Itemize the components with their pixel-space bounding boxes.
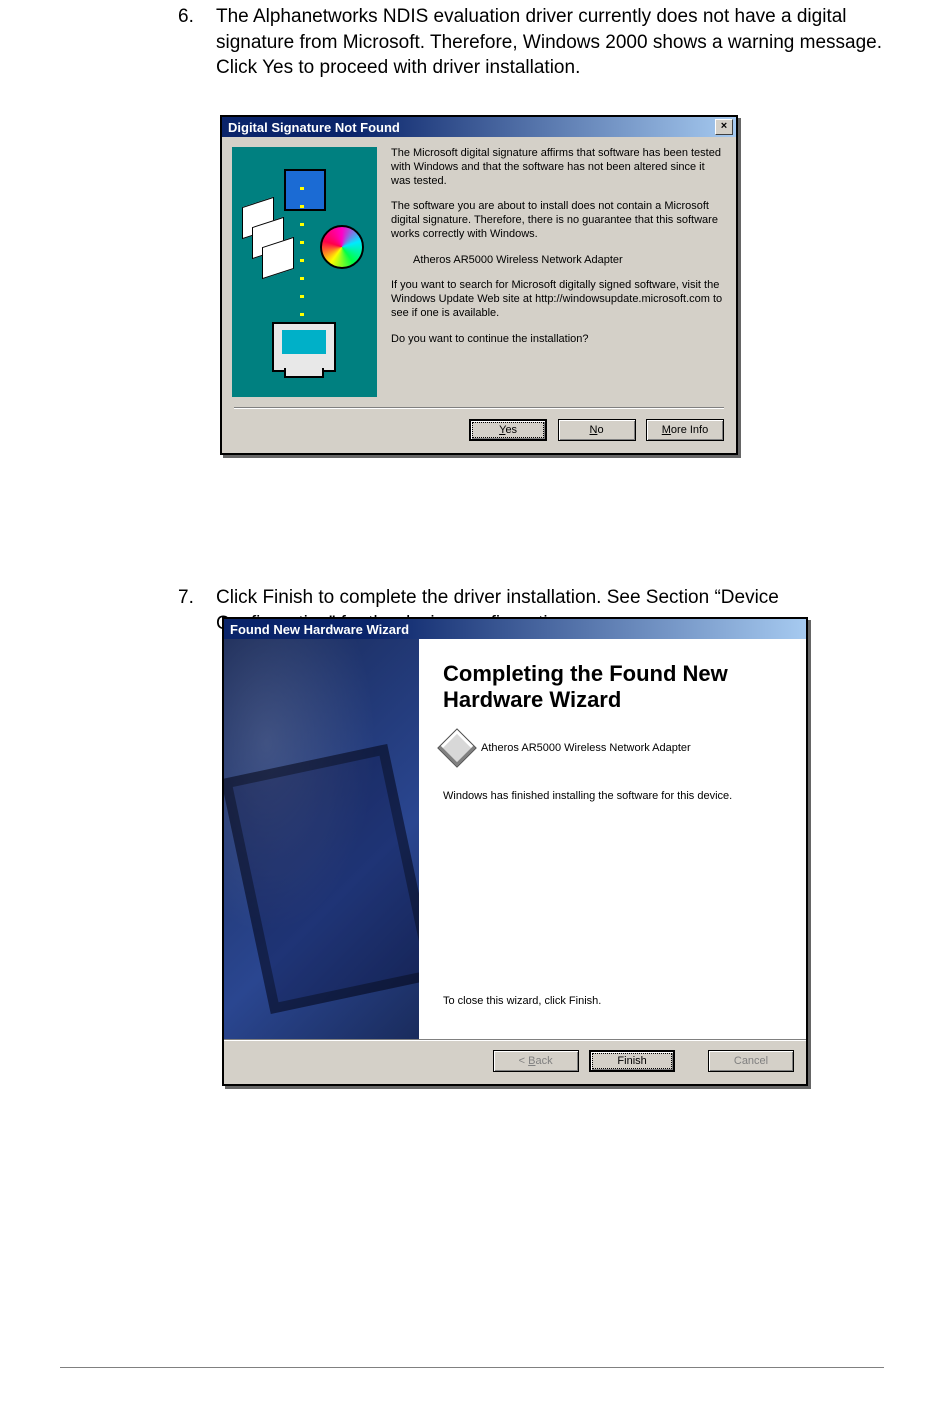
globe-icon — [284, 169, 326, 211]
monitor-icon — [272, 322, 336, 372]
dialog2-title: Found New Hardware Wizard — [230, 622, 409, 637]
wizard-side-graphic — [224, 639, 419, 1039]
dialog1-p1: The Microsoft digital signature affirms … — [391, 147, 724, 188]
cancel-button: Cancel — [708, 1050, 794, 1072]
pc-card-icon — [437, 728, 477, 768]
step7-number: 7. — [178, 585, 216, 636]
wizard-device-name: Atheros AR5000 Wireless Network Adapter — [481, 742, 691, 754]
back-button: < Back — [493, 1050, 579, 1072]
step6-text: The Alphanetworks NDIS evaluation driver… — [216, 4, 884, 81]
wizard-done-text: Windows has finished installing the soft… — [443, 790, 784, 802]
cd-icon — [320, 225, 364, 269]
dialog1-body-text: The Microsoft digital signature affirms … — [391, 147, 724, 397]
no-button[interactable]: No — [558, 419, 636, 441]
dialog1-device: Atheros AR5000 Wireless Network Adapter — [391, 254, 724, 268]
yes-button[interactable]: Yes — [469, 419, 547, 441]
dialog1-p2: The software you are about to install do… — [391, 200, 724, 241]
finish-button[interactable]: Finish — [589, 1050, 675, 1072]
dialog2-titlebar[interactable]: Found New Hardware Wizard — [224, 619, 806, 639]
more-info-button[interactable]: More Info — [646, 419, 724, 441]
dialog1-title: Digital Signature Not Found — [228, 120, 400, 135]
dialog1-p4: Do you want to continue the installation… — [391, 333, 724, 347]
dialog1-close-button[interactable]: × — [715, 119, 733, 135]
dialog-digital-signature: Digital Signature Not Found × The Micros… — [220, 115, 738, 455]
step6-number: 6. — [178, 4, 216, 81]
dialog1-side-graphic — [232, 147, 377, 397]
wizard-close-hint: To close this wizard, click Finish. — [443, 995, 784, 1007]
page-footer-rule — [60, 1367, 884, 1368]
dialog1-titlebar[interactable]: Digital Signature Not Found × — [222, 117, 736, 137]
dialog1-p3: If you want to search for Microsoft digi… — [391, 279, 724, 320]
wizard-heading: Completing the Found New Hardware Wizard — [443, 661, 784, 714]
dialog-found-new-hardware: Found New Hardware Wizard Completing the… — [222, 617, 808, 1086]
